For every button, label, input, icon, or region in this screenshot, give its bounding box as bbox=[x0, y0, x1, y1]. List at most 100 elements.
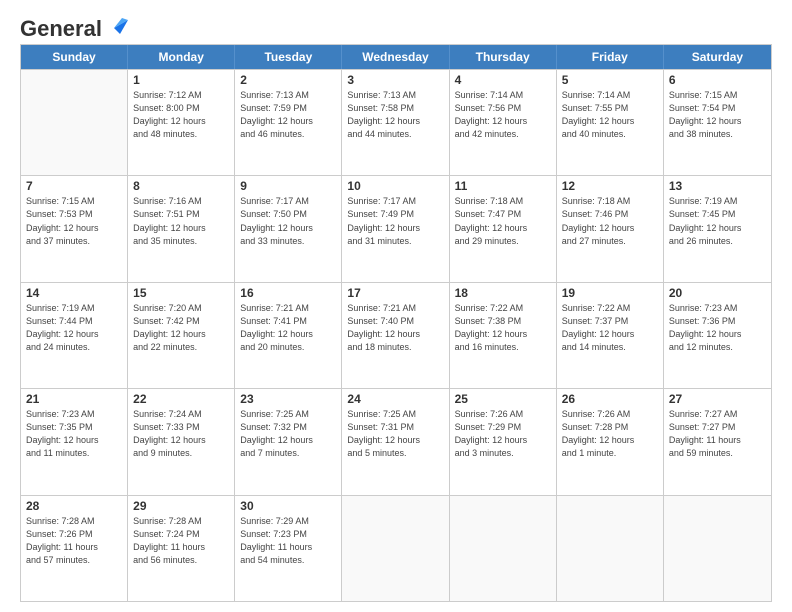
logo-general: General bbox=[20, 16, 102, 42]
header-day-sunday: Sunday bbox=[21, 45, 128, 69]
calendar-header: SundayMondayTuesdayWednesdayThursdayFrid… bbox=[21, 45, 771, 69]
header-day-tuesday: Tuesday bbox=[235, 45, 342, 69]
page: General SundayMondayTuesdayWednesdayThur… bbox=[0, 0, 792, 612]
day-cell-21: 21Sunrise: 7:23 AM Sunset: 7:35 PM Dayli… bbox=[21, 389, 128, 494]
day-cell-empty-0-0 bbox=[21, 70, 128, 175]
calendar-body: 1Sunrise: 7:12 AM Sunset: 8:00 PM Daylig… bbox=[21, 69, 771, 601]
day-cell-empty-4-6 bbox=[664, 496, 771, 601]
day-number: 30 bbox=[240, 499, 336, 513]
day-cell-28: 28Sunrise: 7:28 AM Sunset: 7:26 PM Dayli… bbox=[21, 496, 128, 601]
day-info: Sunrise: 7:23 AM Sunset: 7:35 PM Dayligh… bbox=[26, 408, 122, 460]
week-row-1: 7 Sunrise: 7:15 AM Sunset: 7:53 PM Daylig… bbox=[21, 175, 771, 281]
day-info: Sunrise: 7:25 AM Sunset: 7:31 PM Dayligh… bbox=[347, 408, 443, 460]
week-row-2: 14 Sunrise: 7:19 AM Sunset: 7:44 PM Dayli… bbox=[21, 282, 771, 388]
day-cell-7: 7 Sunrise: 7:15 AM Sunset: 7:53 PM Daylig… bbox=[21, 176, 128, 281]
day-info: Sunrise: 7:14 AM Sunset: 7:56 PM Dayligh… bbox=[455, 89, 551, 141]
week-row-3: 21Sunrise: 7:23 AM Sunset: 7:35 PM Dayli… bbox=[21, 388, 771, 494]
day-cell-5: 5 Sunrise: 7:14 AM Sunset: 7:55 PM Daylig… bbox=[557, 70, 664, 175]
header-day-thursday: Thursday bbox=[450, 45, 557, 69]
day-info: Sunrise: 7:26 AM Sunset: 7:29 PM Dayligh… bbox=[455, 408, 551, 460]
day-number: 2 bbox=[240, 73, 336, 87]
day-info: Sunrise: 7:17 AM Sunset: 7:49 PM Dayligh… bbox=[347, 195, 443, 247]
day-cell-12: 12Sunrise: 7:18 AM Sunset: 7:46 PM Dayli… bbox=[557, 176, 664, 281]
day-number: 11 bbox=[455, 179, 551, 193]
day-cell-17: 17 Sunrise: 7:21 AM Sunset: 7:40 PM Dayli… bbox=[342, 283, 449, 388]
day-info: Sunrise: 7:20 AM Sunset: 7:42 PM Dayligh… bbox=[133, 302, 229, 354]
day-info: Sunrise: 7:22 AM Sunset: 7:37 PM Dayligh… bbox=[562, 302, 658, 354]
day-number: 8 bbox=[133, 179, 229, 193]
day-cell-22: 22 Sunrise: 7:24 AM Sunset: 7:33 PM Dayli… bbox=[128, 389, 235, 494]
day-number: 9 bbox=[240, 179, 336, 193]
day-info: Sunrise: 7:21 AM Sunset: 7:41 PM Dayligh… bbox=[240, 302, 336, 354]
day-number: 27 bbox=[669, 392, 766, 406]
day-number: 26 bbox=[562, 392, 658, 406]
header-day-monday: Monday bbox=[128, 45, 235, 69]
day-info: Sunrise: 7:28 AM Sunset: 7:24 PM Dayligh… bbox=[133, 515, 229, 567]
day-info: Sunrise: 7:25 AM Sunset: 7:32 PM Dayligh… bbox=[240, 408, 336, 460]
day-number: 22 bbox=[133, 392, 229, 406]
day-number: 20 bbox=[669, 286, 766, 300]
day-info: Sunrise: 7:18 AM Sunset: 7:47 PM Dayligh… bbox=[455, 195, 551, 247]
day-info: Sunrise: 7:18 AM Sunset: 7:46 PM Dayligh… bbox=[562, 195, 658, 247]
header-day-friday: Friday bbox=[557, 45, 664, 69]
day-number: 5 bbox=[562, 73, 658, 87]
day-info: Sunrise: 7:24 AM Sunset: 7:33 PM Dayligh… bbox=[133, 408, 229, 460]
day-number: 19 bbox=[562, 286, 658, 300]
day-info: Sunrise: 7:13 AM Sunset: 7:58 PM Dayligh… bbox=[347, 89, 443, 141]
day-cell-14: 14 Sunrise: 7:19 AM Sunset: 7:44 PM Dayli… bbox=[21, 283, 128, 388]
day-cell-23: 23 Sunrise: 7:25 AM Sunset: 7:32 PM Dayli… bbox=[235, 389, 342, 494]
day-number: 7 bbox=[26, 179, 122, 193]
day-cell-empty-4-5 bbox=[557, 496, 664, 601]
day-number: 18 bbox=[455, 286, 551, 300]
day-cell-empty-4-4 bbox=[450, 496, 557, 601]
day-cell-10: 10 Sunrise: 7:17 AM Sunset: 7:49 PM Dayli… bbox=[342, 176, 449, 281]
day-info: Sunrise: 7:15 AM Sunset: 7:54 PM Dayligh… bbox=[669, 89, 766, 141]
day-info: Sunrise: 7:27 AM Sunset: 7:27 PM Dayligh… bbox=[669, 408, 766, 460]
day-info: Sunrise: 7:14 AM Sunset: 7:55 PM Dayligh… bbox=[562, 89, 658, 141]
day-number: 29 bbox=[133, 499, 229, 513]
day-number: 17 bbox=[347, 286, 443, 300]
logo-bird-icon bbox=[106, 16, 128, 38]
day-info: Sunrise: 7:21 AM Sunset: 7:40 PM Dayligh… bbox=[347, 302, 443, 354]
day-number: 3 bbox=[347, 73, 443, 87]
day-cell-24: 24 Sunrise: 7:25 AM Sunset: 7:31 PM Dayli… bbox=[342, 389, 449, 494]
day-number: 13 bbox=[669, 179, 766, 193]
day-cell-27: 27 Sunrise: 7:27 AM Sunset: 7:27 PM Dayli… bbox=[664, 389, 771, 494]
day-info: Sunrise: 7:16 AM Sunset: 7:51 PM Dayligh… bbox=[133, 195, 229, 247]
day-cell-2: 2 Sunrise: 7:13 AM Sunset: 7:59 PM Daylig… bbox=[235, 70, 342, 175]
header: General bbox=[20, 16, 772, 36]
logo: General bbox=[20, 16, 128, 36]
day-info: Sunrise: 7:13 AM Sunset: 7:59 PM Dayligh… bbox=[240, 89, 336, 141]
day-cell-16: 16 Sunrise: 7:21 AM Sunset: 7:41 PM Dayli… bbox=[235, 283, 342, 388]
day-cell-15: 15 Sunrise: 7:20 AM Sunset: 7:42 PM Dayli… bbox=[128, 283, 235, 388]
day-cell-1: 1Sunrise: 7:12 AM Sunset: 8:00 PM Daylig… bbox=[128, 70, 235, 175]
header-day-saturday: Saturday bbox=[664, 45, 771, 69]
day-info: Sunrise: 7:19 AM Sunset: 7:44 PM Dayligh… bbox=[26, 302, 122, 354]
day-cell-20: 20Sunrise: 7:23 AM Sunset: 7:36 PM Dayli… bbox=[664, 283, 771, 388]
calendar: SundayMondayTuesdayWednesdayThursdayFrid… bbox=[20, 44, 772, 602]
day-number: 10 bbox=[347, 179, 443, 193]
day-number: 25 bbox=[455, 392, 551, 406]
day-number: 15 bbox=[133, 286, 229, 300]
day-cell-6: 6 Sunrise: 7:15 AM Sunset: 7:54 PM Daylig… bbox=[664, 70, 771, 175]
day-cell-29: 29 Sunrise: 7:28 AM Sunset: 7:24 PM Dayli… bbox=[128, 496, 235, 601]
day-cell-3: 3 Sunrise: 7:13 AM Sunset: 7:58 PM Daylig… bbox=[342, 70, 449, 175]
day-cell-18: 18 Sunrise: 7:22 AM Sunset: 7:38 PM Dayli… bbox=[450, 283, 557, 388]
day-info: Sunrise: 7:19 AM Sunset: 7:45 PM Dayligh… bbox=[669, 195, 766, 247]
header-day-wednesday: Wednesday bbox=[342, 45, 449, 69]
day-number: 23 bbox=[240, 392, 336, 406]
day-cell-11: 11 Sunrise: 7:18 AM Sunset: 7:47 PM Dayli… bbox=[450, 176, 557, 281]
day-number: 4 bbox=[455, 73, 551, 87]
day-cell-empty-4-3 bbox=[342, 496, 449, 601]
day-cell-9: 9Sunrise: 7:17 AM Sunset: 7:50 PM Daylig… bbox=[235, 176, 342, 281]
day-cell-30: 30Sunrise: 7:29 AM Sunset: 7:23 PM Dayli… bbox=[235, 496, 342, 601]
day-number: 28 bbox=[26, 499, 122, 513]
day-number: 6 bbox=[669, 73, 766, 87]
day-info: Sunrise: 7:22 AM Sunset: 7:38 PM Dayligh… bbox=[455, 302, 551, 354]
day-number: 24 bbox=[347, 392, 443, 406]
day-cell-4: 4 Sunrise: 7:14 AM Sunset: 7:56 PM Daylig… bbox=[450, 70, 557, 175]
day-info: Sunrise: 7:26 AM Sunset: 7:28 PM Dayligh… bbox=[562, 408, 658, 460]
day-number: 14 bbox=[26, 286, 122, 300]
day-number: 16 bbox=[240, 286, 336, 300]
day-info: Sunrise: 7:15 AM Sunset: 7:53 PM Dayligh… bbox=[26, 195, 122, 247]
